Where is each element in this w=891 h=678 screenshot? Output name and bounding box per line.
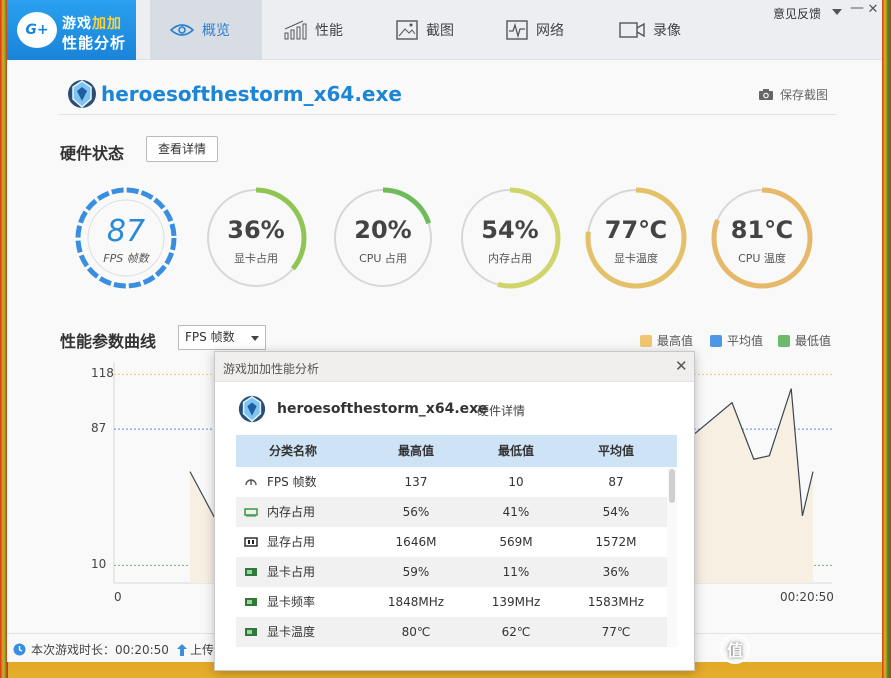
col-header-max: 最高值 xyxy=(397,444,434,458)
arrow-up-icon xyxy=(177,643,187,656)
row-max: 1848MHz xyxy=(387,595,445,609)
clock-icon xyxy=(13,643,26,656)
table-row: 显卡占用 59% 11% 36% xyxy=(236,557,667,587)
x-tick-label-end: 00:20:50 xyxy=(780,590,834,604)
row-max: 59% xyxy=(402,565,430,579)
col-header-name: 分类名称 xyxy=(269,444,318,458)
watermark: 值 xyxy=(720,634,750,664)
dialog-titlebar: 游戏加加性能分析 ✕ xyxy=(215,352,694,382)
row-min: 569M xyxy=(499,535,533,549)
upload-button[interactable]: 上传 xyxy=(177,641,214,658)
row-min: 62℃ xyxy=(501,625,531,639)
row-min: 139MHz xyxy=(491,595,541,609)
row-max: 137 xyxy=(404,475,428,489)
gpu-card-icon xyxy=(245,628,257,636)
gauge-icon xyxy=(245,479,257,486)
row-name: 显卡频率 xyxy=(267,595,316,609)
y-tick-label-avg: 87 xyxy=(91,421,107,436)
upload-label: 上传 xyxy=(190,643,215,657)
gpu-card-icon xyxy=(245,568,257,576)
hardware-details-dialog: 游戏加加性能分析 ✕ heroesofthestorm_x64.exe 硬件详情… xyxy=(214,351,695,671)
table-row: 显卡温度 80℃ 62℃ 77℃ xyxy=(236,617,667,647)
table-row: FPS 帧数 137 10 87 xyxy=(236,467,667,497)
row-avg: 54% xyxy=(602,505,630,519)
row-max: 1646M xyxy=(395,535,437,549)
row-avg: 36% xyxy=(602,565,630,579)
row-min: 11% xyxy=(502,565,530,579)
gpu-card-icon xyxy=(245,598,257,606)
col-header-avg: 平均值 xyxy=(597,444,634,458)
row-avg: 1572M xyxy=(595,535,637,549)
table-row: 显存占用 1646M 569M 1572M xyxy=(236,527,667,557)
row-name: FPS 帧数 xyxy=(267,475,317,489)
table-header: 分类名称 最高值 最低值 平均值 xyxy=(236,435,677,467)
row-max: 56% xyxy=(402,505,430,519)
row-name: 内存占用 xyxy=(267,505,316,519)
y-tick-label-max: 118 xyxy=(91,366,114,381)
dialog-subtitle: 硬件详情 xyxy=(477,404,526,418)
heroes-game-icon xyxy=(238,395,266,423)
row-min: 10 xyxy=(508,475,524,489)
dialog-title: 游戏加加性能分析 xyxy=(223,362,320,376)
row-avg: 77℃ xyxy=(601,625,631,639)
dialog-exe-name: heroesofthestorm_x64.exe xyxy=(277,401,488,417)
watermark-logo-icon: 值 xyxy=(720,634,750,664)
y-tick-label-min: 10 xyxy=(91,557,107,572)
row-avg: 87 xyxy=(608,475,624,489)
x-tick-label-start: 0 xyxy=(114,590,122,604)
vram-icon xyxy=(244,537,258,547)
scrollbar-thumb[interactable] xyxy=(669,469,675,503)
row-avg: 1583MHz xyxy=(587,595,645,609)
dialog-close-button[interactable]: ✕ xyxy=(675,358,688,374)
row-name: 显卡占用 xyxy=(267,565,316,579)
memory-icon xyxy=(244,508,258,517)
play-time: 本次游戏时长：00:20:50 xyxy=(13,641,169,658)
table-row: 内存占用 56% 41% 54% xyxy=(236,497,667,527)
row-min: 41% xyxy=(502,505,530,519)
play-time-text: 本次游戏时长：00:20:50 xyxy=(31,643,169,657)
row-name: 显卡温度 xyxy=(267,625,316,639)
table-row: 显卡频率 1848MHz 139MHz 1583MHz xyxy=(236,587,667,617)
row-max: 80℃ xyxy=(401,625,431,639)
table-scrollbar[interactable] xyxy=(667,467,677,647)
row-name: 显存占用 xyxy=(267,535,316,549)
col-header-min: 最低值 xyxy=(497,444,534,458)
